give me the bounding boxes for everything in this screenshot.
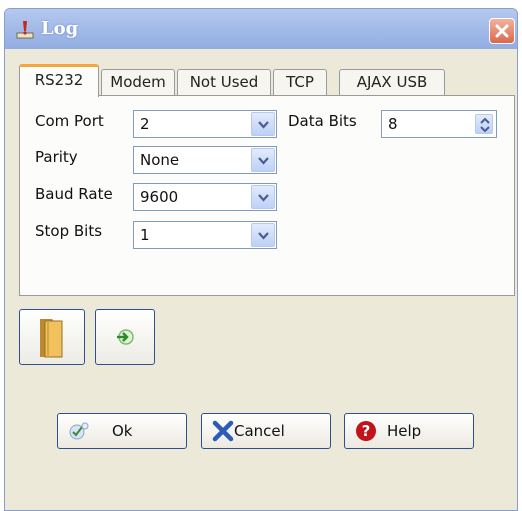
tab-label: Modem [110,73,166,91]
stop-bits-value: 1 [140,226,150,244]
spinner-buttons[interactable] [475,114,493,134]
import-button[interactable] [95,309,155,365]
parity-select[interactable]: None [133,146,277,174]
dropdown-button[interactable] [251,185,275,209]
close-icon [495,24,509,38]
tab-label: RS232 [34,71,84,89]
help-label: Help [387,422,422,440]
tab-label: AJAX USB [356,73,428,91]
stop-bits-select[interactable]: 1 [133,221,277,249]
help-button[interactable]: ? Help [344,413,474,449]
parity-value: None [140,151,180,169]
up-down-arrows-icon [480,117,490,133]
com-port-label: Com Port [35,112,104,130]
tab-rs232[interactable]: RS232 [19,64,99,97]
log-dialog: Log RS232 Modem Not Used TCP AJAX USB Co… [4,8,518,511]
folder-icon [40,319,63,358]
tab-ajax-usb[interactable]: AJAX USB [339,69,445,96]
com-port-value: 2 [140,115,150,133]
data-bits-spinner[interactable]: 8 [381,110,497,138]
chevron-down-icon [258,121,269,129]
chevron-down-icon [258,157,269,165]
dropdown-button[interactable] [251,112,275,136]
cancel-label: Cancel [234,422,285,440]
ok-label: Ok [112,422,133,440]
parity-label: Parity [35,148,78,166]
tab-modem[interactable]: Modem [101,69,175,96]
chevron-down-icon [258,194,269,202]
tab-tcp[interactable]: TCP [273,69,327,96]
red-exclamation-icon [16,21,34,39]
com-port-select[interactable]: 2 [133,110,277,138]
cancel-button[interactable]: Cancel [201,413,331,449]
open-folder-button[interactable] [19,309,85,365]
data-bits-value: 8 [388,115,398,133]
tab-label: TCP [286,73,314,91]
dropdown-button[interactable] [251,223,275,247]
close-button[interactable] [489,18,515,44]
baud-rate-select[interactable]: 9600 [133,183,277,211]
ok-button[interactable]: Ok [57,413,187,449]
baud-rate-label: Baud Rate [35,185,113,203]
tab-not-used[interactable]: Not Used [177,69,271,96]
chevron-down-icon [258,232,269,240]
data-bits-label: Data Bits [288,112,357,130]
help-icon: ? [356,421,376,441]
tab-label: Not Used [189,73,259,91]
svg-text:?: ? [362,422,371,440]
baud-rate-value: 9600 [140,188,179,206]
ok-icon [69,422,89,440]
stop-bits-label: Stop Bits [35,222,103,240]
dropdown-button[interactable] [251,148,275,172]
window-title: Log [41,18,79,39]
enter-arrow-icon [117,329,134,345]
cancel-x-icon [212,420,234,442]
title-bar: Log [5,9,517,49]
